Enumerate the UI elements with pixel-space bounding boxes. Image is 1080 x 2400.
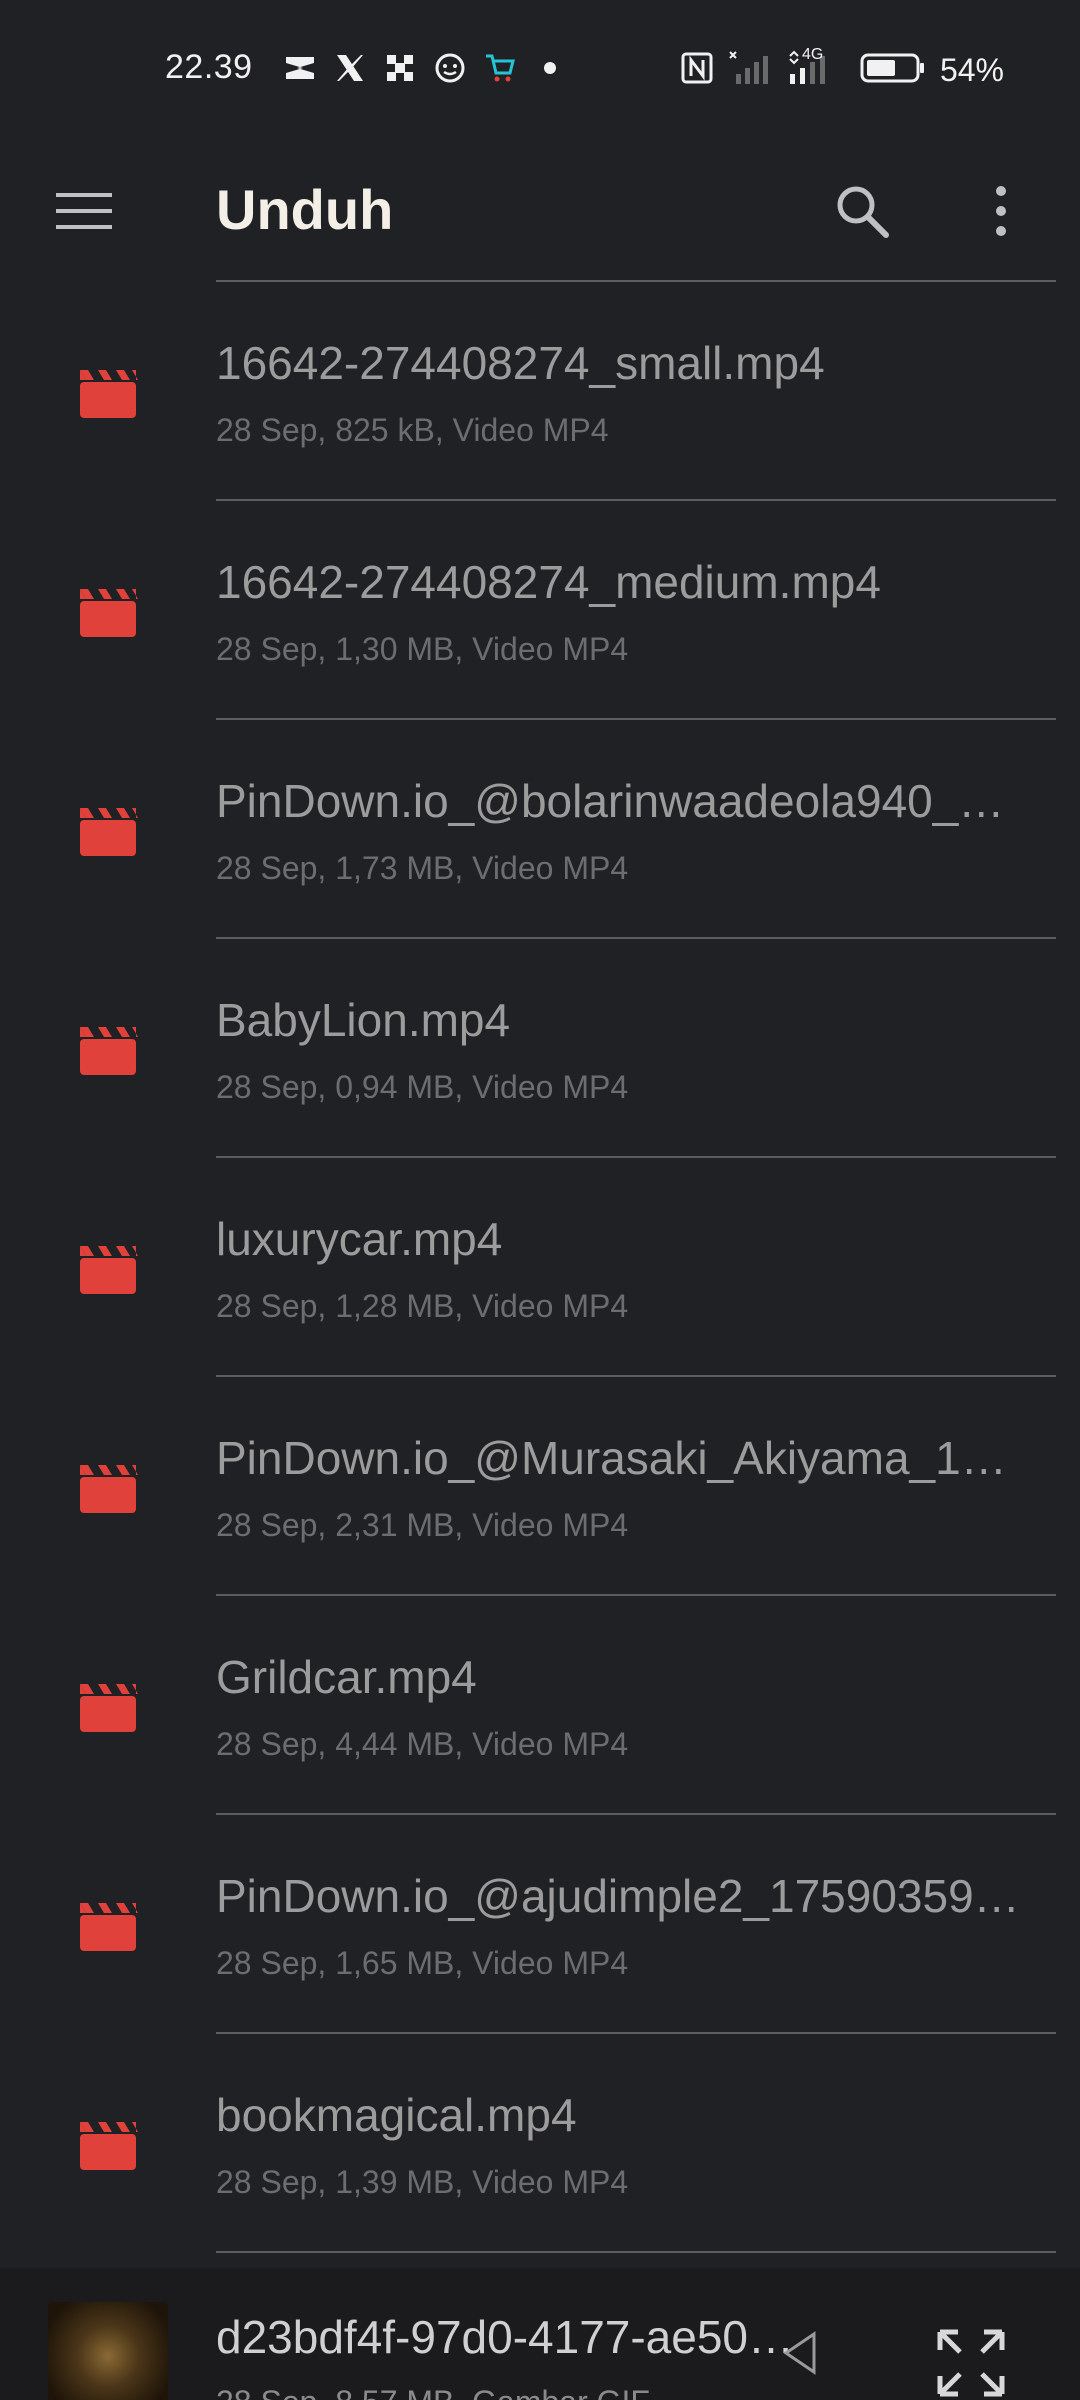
file-meta: 28 Sep, 1,73 MB, Video MP4 (216, 850, 629, 886)
hamburger-menu-icon (56, 193, 112, 229)
file-list: 16642-274408274_small.mp4 28 Sep, 825 kB,… (0, 282, 1080, 2253)
status-bar: 22.39 4G 54% (0, 0, 1080, 140)
bottom-item-meta: 28 Sep, 8,57 MB, Gambar GIF (216, 2384, 650, 2400)
file-meta: 28 Sep, 1,39 MB, Video MP4 (216, 2164, 629, 2200)
grid-app-icon (382, 50, 418, 86)
list-item[interactable]: PinDown.io_@bolarinwaadeola940_… 28 Sep, … (0, 720, 1080, 939)
video-clapper-icon (80, 808, 138, 856)
hamburger-menu-button[interactable] (48, 175, 120, 247)
video-clapper-icon (80, 1684, 138, 1732)
bottom-item-name: d23bdf4f-97d0-4177-ae50… (216, 2311, 795, 2363)
video-clapper-icon (80, 589, 138, 637)
signal-4g-icon: 4G (786, 46, 846, 91)
bottom-item-bar[interactable]: d23bdf4f-97d0-4177-ae50… 28 Sep, 8,57 MB… (0, 2268, 1080, 2400)
list-item[interactable]: 16642-274408274_small.mp4 28 Sep, 825 kB,… (0, 282, 1080, 501)
list-item[interactable]: 16642-274408274_medium.mp4 28 Sep, 1,30 M… (0, 501, 1080, 720)
search-button[interactable] (824, 173, 900, 249)
video-clapper-icon (80, 1465, 138, 1513)
file-name: bookmagical.mp4 (216, 2089, 577, 2141)
list-item[interactable]: PinDown.io_@ajudimple2_17590359… 28 Sep, … (0, 1815, 1080, 2034)
file-name: 16642-274408274_small.mp4 (216, 337, 825, 389)
more-options-button[interactable] (966, 173, 1036, 249)
network-type-label: 4G (801, 46, 824, 63)
notification-icons (282, 50, 568, 86)
list-item[interactable]: PinDown.io_@Murasaki_Akiyama_1… 28 Sep, 2… (0, 1377, 1080, 1596)
nfc-icon (680, 51, 714, 90)
status-time: 22.39 (165, 48, 253, 86)
file-name: PinDown.io_@ajudimple2_17590359… (216, 1870, 1020, 1922)
file-meta: 28 Sep, 2,31 MB, Video MP4 (216, 1507, 629, 1543)
nav-back-icon[interactable] (780, 2328, 820, 2378)
file-meta: 28 Sep, 825 kB, Video MP4 (216, 412, 609, 448)
cart-icon (482, 50, 518, 86)
list-item[interactable]: Grildcar.mp4 28 Sep, 4,44 MB, Video MP4 (0, 1596, 1080, 1815)
x-icon (332, 50, 368, 86)
list-item[interactable]: BabyLion.mp4 28 Sep, 0,94 MB, Video MP4 (0, 939, 1080, 1158)
app-bar: Unduh (0, 140, 1080, 280)
capcut-icon (282, 50, 318, 86)
file-name: PinDown.io_@Murasaki_Akiyama_1… (216, 1432, 1007, 1484)
file-name: luxurycar.mp4 (216, 1213, 503, 1265)
file-name: Grildcar.mp4 (216, 1651, 477, 1703)
chat-bot-icon (432, 50, 468, 86)
video-clapper-icon (80, 1246, 138, 1294)
search-icon (837, 186, 889, 238)
video-clapper-icon (80, 2122, 138, 2170)
more-vert-icon (996, 186, 1006, 236)
file-name: BabyLion.mp4 (216, 994, 511, 1046)
file-meta: 28 Sep, 4,44 MB, Video MP4 (216, 1726, 629, 1762)
file-meta: 28 Sep, 1,28 MB, Video MP4 (216, 1288, 629, 1324)
file-meta: 28 Sep, 1,65 MB, Video MP4 (216, 1945, 629, 1981)
expand-icon[interactable] (934, 2326, 1008, 2400)
list-item[interactable]: luxurycar.mp4 28 Sep, 1,28 MB, Video MP4 (0, 1158, 1080, 1377)
system-icons: 4G 54% (680, 46, 1004, 91)
video-clapper-icon (80, 370, 138, 418)
gif-thumbnail (48, 2302, 168, 2400)
file-meta: 28 Sep, 1,30 MB, Video MP4 (216, 631, 629, 667)
file-meta: 28 Sep, 0,94 MB, Video MP4 (216, 1069, 629, 1105)
list-item[interactable]: bookmagical.mp4 28 Sep, 1,39 MB, Video MP… (0, 2034, 1080, 2253)
video-clapper-icon (80, 1027, 138, 1075)
row-divider (216, 2251, 1056, 2253)
file-name: 16642-274408274_medium.mp4 (216, 556, 881, 608)
signal-sim1-icon (728, 50, 772, 91)
battery-percent: 54% (939, 52, 1004, 88)
dot-icon (532, 50, 568, 86)
file-name: PinDown.io_@bolarinwaadeola940_… (216, 775, 1005, 827)
video-clapper-icon (80, 1903, 138, 1951)
battery-icon (860, 51, 926, 90)
page-title: Unduh (216, 178, 394, 241)
